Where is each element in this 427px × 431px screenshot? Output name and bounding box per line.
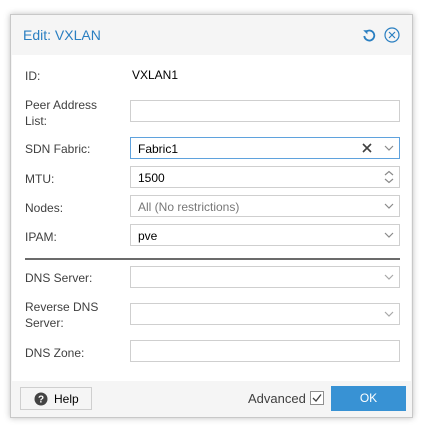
peer-address-label: Peer Address List: bbox=[25, 97, 97, 129]
dialog-title: Edit: VXLAN bbox=[23, 27, 101, 43]
mtu-spinner[interactable]: 1500 bbox=[130, 166, 400, 188]
clear-icon[interactable] bbox=[360, 141, 374, 155]
nodes-label: Nodes: bbox=[25, 201, 64, 215]
chevron-down-icon[interactable] bbox=[382, 141, 396, 155]
spinner-arrows-icon[interactable] bbox=[382, 169, 396, 185]
id-value: VXLAN1 bbox=[132, 68, 179, 82]
dns-zone-label: DNS Zone: bbox=[25, 346, 85, 360]
advanced-label: Advanced bbox=[248, 391, 306, 406]
reverse-dns-label-line2: Server: bbox=[25, 316, 64, 330]
sdn-fabric-select[interactable]: Fabric1 bbox=[130, 137, 400, 159]
svg-text:?: ? bbox=[38, 395, 44, 406]
reverse-dns-server-select[interactable] bbox=[130, 303, 400, 325]
ipam-value: pve bbox=[138, 229, 158, 243]
chevron-down-icon[interactable] bbox=[382, 270, 396, 284]
advanced-checkbox[interactable] bbox=[310, 391, 324, 408]
chevron-down-icon[interactable] bbox=[382, 199, 396, 213]
ipam-label: IPAM: bbox=[25, 230, 57, 244]
nodes-select[interactable]: All (No restrictions) bbox=[130, 195, 400, 217]
ok-button-label: OK bbox=[359, 391, 378, 405]
nodes-value: All (No restrictions) bbox=[138, 200, 240, 214]
peer-address-label-line2: List: bbox=[25, 114, 48, 128]
dns-server-label: DNS Server: bbox=[25, 271, 93, 285]
peer-address-list-input[interactable] bbox=[130, 100, 400, 122]
mtu-value: 1500 bbox=[138, 171, 165, 185]
id-label: ID: bbox=[25, 69, 41, 83]
close-circle-icon[interactable] bbox=[384, 27, 400, 43]
dialog-titlebar[interactable]: Edit: VXLAN bbox=[11, 15, 412, 55]
dialog-footer: ? Help Advanced OK bbox=[12, 381, 411, 416]
reverse-dns-server-label: Reverse DNS Server: bbox=[25, 299, 98, 331]
sdn-fabric-label: SDN Fabric: bbox=[25, 142, 91, 156]
sdn-fabric-value: Fabric1 bbox=[138, 142, 179, 156]
chevron-down-icon[interactable] bbox=[382, 307, 396, 321]
dns-server-select[interactable] bbox=[130, 266, 400, 288]
peer-address-label-line1: Peer Address bbox=[25, 98, 98, 112]
ipam-select[interactable]: pve bbox=[130, 224, 400, 246]
reverse-dns-label-line1: Reverse DNS bbox=[25, 300, 99, 314]
edit-vxlan-dialog: Edit: VXLAN ID: VXLAN1 Peer Address List… bbox=[10, 14, 413, 418]
undo-icon[interactable] bbox=[361, 27, 377, 43]
dns-zone-input[interactable] bbox=[130, 340, 400, 362]
ok-button[interactable]: OK bbox=[331, 386, 406, 411]
help-icon: ? bbox=[34, 392, 48, 409]
section-divider bbox=[25, 258, 400, 260]
form-panel: ID: VXLAN1 Peer Address List: SDN Fabric… bbox=[12, 55, 411, 381]
help-button[interactable]: ? Help bbox=[20, 387, 92, 410]
mtu-label: MTU: bbox=[25, 172, 55, 186]
chevron-down-icon[interactable] bbox=[382, 228, 396, 242]
help-button-label: Help bbox=[54, 392, 79, 406]
